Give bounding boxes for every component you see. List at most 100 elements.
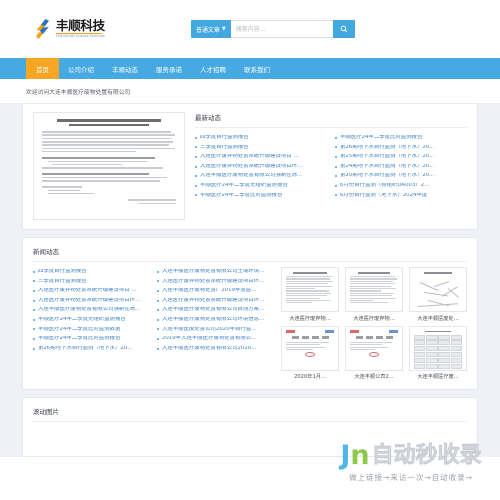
document-preview-image[interactable] [33,112,185,220]
list-item[interactable]: 丰顺医疗24年二季度无组织监测报告 [33,315,149,325]
list-item[interactable]: 丰顺医疗24年二季度比对监测报告 [195,191,327,201]
watermark-tagline: 做上链接→来访一次→自动收录→ [349,473,473,482]
nav-item-home[interactable]: 首页 [26,58,59,79]
logo-name-en: FENGSHUN Science Technolo [56,33,105,38]
logo-swoosh-icon [36,19,53,39]
list-item-label: 丰顺医疗24年二季度比对监测报告 [200,192,283,198]
list-item[interactable]: 大连丰顺医疗废物处置厂2019年度监... [157,286,273,296]
list-item[interactable]: 丰顺医疗24年二季度无组织监测报告 [195,181,327,191]
thumbnail-card[interactable]: 大连丰顺公司2... [345,325,403,380]
bullet-icon [157,318,159,321]
list-item-label: 大连医疗废弃物处置系统升级建设项目环... [162,297,265,303]
list-item-label: 大连医疗废弃物处置系统升级建设项目环... [162,278,265,284]
list-item[interactable]: 四季度自行监测报告 [195,133,327,143]
thumbnail-card[interactable]: 大连医疗废弃物... [345,267,403,322]
list-item[interactable]: 2019年大连丰顺医疗废物处置有限公... [157,334,273,344]
search-input[interactable] [230,21,333,37]
list-item[interactable]: 大连医疗废弃物处置系统升级建设项目环... [157,277,273,287]
scroll-images-card: 滚动图片 [22,397,478,457]
list-item[interactable]: 大连丰顺医疗废物处置有限公司2020... [157,344,273,354]
news-card: 新闻动态 四季度自行监测报告 三季度自行监测报告 大连医疗废弃物处置系统升级建设… [22,237,478,390]
list-item-label: 大连医疗废弃物处置系统升级建设项目环... [200,163,303,169]
list-item-label: 大连丰顺医疗废物处置有限公司强制性清... [200,173,303,179]
bullet-icon [33,289,35,292]
list-item[interactable]: 三季度自行监测报告 [195,143,327,153]
nav-item-recruit[interactable]: 人才招聘 [191,58,235,79]
logo-text: 丰顺科技 FENGSHUN Science Technolo [56,19,105,39]
bullet-icon [33,347,35,350]
latest-news-column-left: 四季度自行监测报告 三季度自行监测报告 大连医疗废弃物处置系统升级建设项目 ..… [195,133,327,200]
bullet-icon [335,175,337,178]
list-item[interactable]: 三季度自行监测报告 [33,277,149,287]
list-item[interactable]: 丰顺医疗24年二季度比对监测报告 [335,133,467,143]
site-logo[interactable]: 丰顺科技 FENGSHUN Science Technolo [36,19,105,39]
list-item-label: 丰顺医疗24年二季度无组织监测报告 [200,183,288,189]
list-item[interactable]: 大连丰顺医疗废物处置有限公司土壤环境... [157,267,273,277]
scroll-images-title: 滚动图片 [33,406,467,422]
list-item-label: 大连丰顺医疗废物处置有限公司自测方案... [162,307,265,313]
table-grid [414,334,462,369]
bullet-icon [195,175,197,178]
thumbnail-card[interactable]: 大连丰顺医疗废... [409,325,467,380]
site-header: 丰顺科技 FENGSHUN Science Technolo 普通文章 ▼ [0,0,500,58]
nav-item-news[interactable]: 丰顺动态 [103,58,147,79]
thumbnail-card[interactable]: 2020年1月... [281,325,339,380]
list-item-label: 丰顺医疗24年二季度无组织监测报告 [38,317,126,323]
logo-name-cn: 丰顺科技 [56,18,105,34]
list-item[interactable]: 6月份自行监测（有组织DA003）2... [335,181,467,191]
thumbnail-card[interactable]: 大连医疗废弃物... [281,267,339,322]
bullet-icon [335,184,337,187]
list-item-label: 大连丰顺医疗废物处置有限公司土壤环境... [162,269,265,275]
search-type-dropdown[interactable]: 普通文章 ▼ [190,20,231,38]
list-item[interactable]: 大连丰顺医疗废物处置有限公司强制性清... [195,171,327,181]
search-bar: 普通文章 ▼ [190,20,355,38]
news-column-left: 四季度自行监测报告 三季度自行监测报告 大连医疗废弃物处置系统升级建设项目 ..… [33,267,149,380]
list-item-label: 大连医疗废弃物处置系统升级建设项目 ... [38,288,137,294]
list-item[interactable]: 大连医疗废弃物处置系统升级建设项目 ... [33,286,149,296]
list-item[interactable]: 6月份自行监测（地下水）2024年度 [335,191,467,201]
search-icon [340,25,348,33]
thumbnail-image-document [281,267,339,312]
bullet-icon [157,309,159,312]
list-item[interactable]: 四季度自行监测报告 [33,267,149,277]
thumbnail-image-form-blue [345,325,403,371]
nav-item-service[interactable]: 服务承诺 [147,58,191,79]
list-item[interactable]: 第24期地下水自行监测（地下水）20... [335,162,467,172]
list-item[interactable]: 大连医疗废弃物处置系统升级建设项目环... [157,296,273,306]
search-button[interactable] [332,20,355,38]
list-item[interactable]: 丰顺医疗24年二季度比对监测数据 [33,325,149,335]
list-item-label: 2019年大连丰顺医疗废物处置有限公... [162,336,257,342]
thumbnail-caption: 2020年1月... [294,374,326,380]
bullet-icon [195,146,197,149]
latest-news-panel: 最新动态 四季度自行监测报告 三季度自行监测报告 大连医疗废弃物处置系统升级建设… [195,112,467,220]
thumbnail-caption: 大连医疗废弃物... [353,315,395,322]
list-item-label: 三季度自行监测报告 [200,144,249,150]
list-item[interactable]: 大连医疗废弃物处置系统升级建设项目环... [195,162,327,172]
list-item[interactable]: 第26期地下水自行监测（地下水）20... [33,344,149,354]
list-item-label: 大连丰顺医废处置公司2020年自行监... [162,326,257,332]
thumbnail-image-form-red [281,325,339,371]
list-item-label: 四季度自行监测报告 [200,135,249,141]
list-item[interactable]: 大连丰顺医疗废物处置有限公司自测方案... [157,305,273,315]
list-item[interactable]: 大连医疗废弃物处置系统升级建设项目 ... [195,152,327,162]
list-item[interactable]: 丰顺医疗24年二季度比对监测报告 [33,334,149,344]
list-item-label: 丰顺医疗24年二季度比对监测数据 [38,326,121,332]
list-item[interactable]: 大连丰顺医疗废物处置有限公司环境信息... [157,315,273,325]
bullet-icon [195,194,197,197]
map-sketch-icon [414,276,462,311]
list-item[interactable]: 大连医疗废弃物处置系统升级建设项目环... [33,296,149,306]
thumbnail-caption: 大连丰顺医废处... [417,315,459,322]
list-item[interactable]: 第26期地下水自行监测（地下水）20... [335,143,467,153]
nav-item-contact[interactable]: 联系我们 [235,58,279,79]
list-item[interactable]: 大连丰顺医废处置公司2020年自行监... [157,325,273,335]
bullet-icon [33,280,35,283]
list-item[interactable]: 第25期地下水自行监测（地下水）20... [335,152,467,162]
bullet-icon [33,270,35,273]
list-item[interactable]: 第20期地下水自行监测（地下水）20... [335,171,467,181]
nav-item-company[interactable]: 公司介绍 [59,58,103,79]
list-item[interactable]: 大连丰顺医疗废物处置有限公司强制性清... [33,305,149,315]
list-item-label: 丰顺医疗24年二季度比对监测报告 [340,135,423,141]
bullet-icon [33,337,35,340]
seal-icon [369,352,379,358]
thumbnail-card[interactable]: 大连丰顺医废处... [409,267,467,322]
